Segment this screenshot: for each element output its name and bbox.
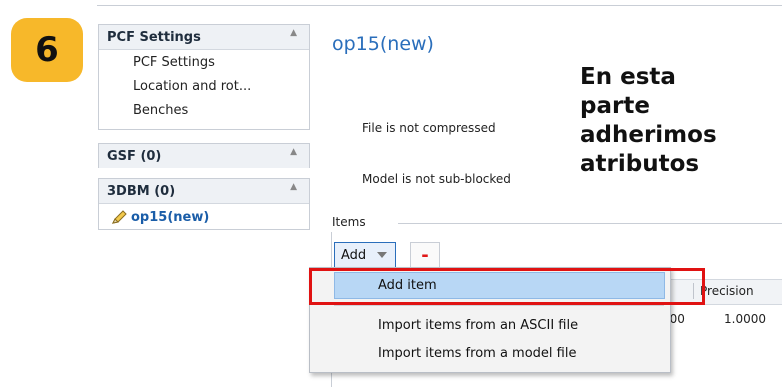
annotation-line: parte bbox=[580, 93, 650, 119]
annotation-line: adherimos bbox=[580, 122, 717, 148]
gsf-header-label: GSF (0) bbox=[107, 148, 162, 164]
chevron-up-icon[interactable]: ▲ bbox=[290, 147, 297, 157]
highlight-box bbox=[309, 268, 705, 305]
subblock-status: Model is not sub-blocked bbox=[362, 172, 511, 186]
sidebar-item-pcf-settings[interactable]: PCF Settings bbox=[99, 50, 309, 74]
menu-item-import-model[interactable]: Import items from a model file bbox=[378, 346, 576, 361]
sidebar-item-model[interactable]: op15(new) bbox=[99, 204, 309, 230]
column-header-precision[interactable]: Precision bbox=[700, 284, 754, 298]
annotation-line: atributos bbox=[580, 151, 700, 177]
page-title: op15(new) bbox=[332, 33, 434, 55]
model-label: op15(new) bbox=[131, 209, 210, 225]
gsf-panel: GSF (0) ▲ bbox=[98, 143, 310, 168]
gsf-header[interactable]: GSF (0) ▲ bbox=[99, 144, 309, 168]
add-button[interactable]: Add bbox=[334, 242, 396, 268]
remove-button[interactable]: - bbox=[410, 242, 440, 268]
pcf-settings-header-label: PCF Settings bbox=[107, 29, 201, 45]
pencil-icon bbox=[111, 210, 127, 224]
sidebar-item-benches[interactable]: Benches bbox=[99, 98, 309, 122]
sidebar-item-location-rotation[interactable]: Location and rot... bbox=[99, 74, 309, 98]
items-group-label: Items bbox=[332, 215, 366, 229]
add-button-label: Add bbox=[341, 247, 367, 263]
annotation-text: En esta parte adherimos atributos bbox=[580, 63, 717, 179]
items-group-divider bbox=[398, 223, 782, 224]
pcf-settings-panel: PCF Settings ▲ PCF Settings Location and… bbox=[98, 24, 310, 130]
chevron-up-icon[interactable]: ▲ bbox=[290, 28, 297, 38]
pcf-settings-header[interactable]: PCF Settings ▲ bbox=[99, 25, 309, 50]
grid-cell-precision[interactable]: 1.0000 bbox=[724, 312, 766, 326]
menu-item-import-ascii[interactable]: Import items from an ASCII file bbox=[378, 318, 578, 333]
annotation-line: En esta bbox=[580, 64, 676, 90]
3dbm-header-label: 3DBM (0) bbox=[107, 183, 176, 199]
3dbm-panel: 3DBM (0) ▲ op15(new) bbox=[98, 178, 310, 230]
compress-status: File is not compressed bbox=[362, 121, 496, 135]
3dbm-header[interactable]: 3DBM (0) ▲ bbox=[99, 179, 309, 204]
chevron-up-icon[interactable]: ▲ bbox=[290, 182, 297, 192]
step-badge: 6 bbox=[11, 18, 83, 82]
menu-separator bbox=[334, 305, 664, 306]
top-divider bbox=[97, 5, 782, 6]
chevron-down-icon bbox=[377, 252, 387, 258]
